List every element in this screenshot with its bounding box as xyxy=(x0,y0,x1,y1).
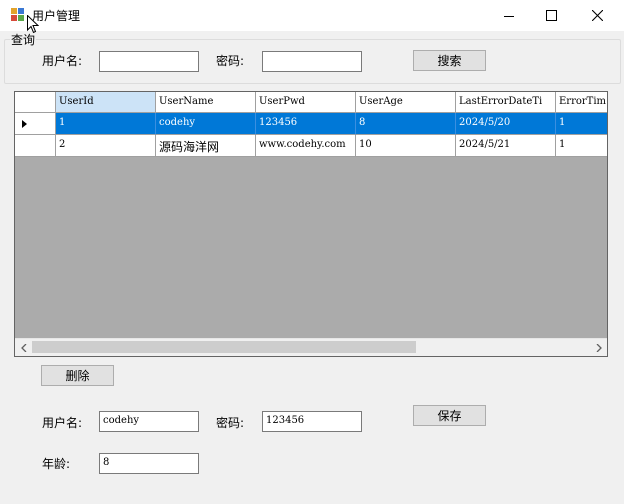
mouse-cursor-icon xyxy=(27,15,39,34)
scroll-left-icon[interactable] xyxy=(15,339,32,356)
title-bar: 用户管理 xyxy=(0,0,624,31)
minimize-icon xyxy=(504,15,514,17)
edit-password-label: 密码: xyxy=(216,416,245,430)
grid-header-row: UserId UserName UserPwd UserAge LastErrorDat… xyxy=(15,92,607,114)
grid-corner-header[interactable] xyxy=(15,92,56,113)
table-cell[interactable]: 2024/5/21 xyxy=(456,135,556,157)
table-cell[interactable]: 10 xyxy=(356,135,456,157)
current-row-arrow-icon xyxy=(22,120,27,128)
table-cell[interactable]: 8 xyxy=(356,113,456,135)
minimize-button[interactable] xyxy=(486,0,532,31)
scrollbar-thumb[interactable] xyxy=(32,341,416,353)
table-cell[interactable]: 2024/5/20 xyxy=(456,113,556,135)
search-button[interactable]: 搜索 xyxy=(413,50,486,71)
row-header[interactable] xyxy=(15,113,56,135)
query-username-label: 用户名: xyxy=(42,54,83,68)
table-cell[interactable]: 1 xyxy=(556,135,607,157)
row-header[interactable] xyxy=(15,135,56,157)
edit-username-label: 用户名: xyxy=(42,416,83,430)
maximize-button[interactable] xyxy=(528,0,574,31)
query-password-label: 密码: xyxy=(216,54,245,68)
edit-password-input[interactable]: 123456 xyxy=(262,411,362,432)
column-header-errortim[interactable]: ErrorTim xyxy=(556,92,607,113)
column-header-username[interactable]: UserName xyxy=(156,92,256,113)
close-icon xyxy=(591,10,603,21)
column-header-lasterrordateti[interactable]: LastErrorDateTi xyxy=(456,92,556,113)
column-header-userpwd[interactable]: UserPwd xyxy=(256,92,356,113)
maximize-icon xyxy=(545,10,557,21)
table-cell[interactable]: codehy xyxy=(156,113,256,135)
table-cell[interactable]: 123456 xyxy=(256,113,356,135)
query-password-input[interactable] xyxy=(262,51,362,72)
column-header-userid[interactable]: UserId xyxy=(56,92,156,113)
column-header-userage[interactable]: UserAge xyxy=(356,92,456,113)
edit-age-label: 年龄: xyxy=(42,457,71,471)
edit-age-input[interactable]: 8 xyxy=(99,453,199,474)
query-username-input[interactable] xyxy=(99,51,199,72)
scroll-right-icon[interactable] xyxy=(590,339,607,356)
window-title: 用户管理 xyxy=(32,9,81,23)
table-cell[interactable]: 1 xyxy=(556,113,607,135)
edit-username-input[interactable]: codehy xyxy=(99,411,199,432)
delete-button[interactable]: 删除 xyxy=(41,365,114,386)
app-icon xyxy=(11,8,25,21)
table-row[interactable]: 2 源码海洋网 www.codehy.com 10 2024/5/21 1 xyxy=(15,135,607,157)
close-button[interactable] xyxy=(574,0,620,31)
table-row[interactable]: 1 codehy 123456 8 2024/5/20 1 xyxy=(15,113,607,135)
table-cell[interactable]: www.codehy.com xyxy=(256,135,356,157)
table-cell[interactable]: 1 xyxy=(56,113,156,135)
user-data-grid[interactable]: UserId UserName UserPwd UserAge LastErrorDat… xyxy=(14,91,608,357)
table-cell[interactable]: 源码海洋网 xyxy=(156,135,256,157)
horizontal-scrollbar[interactable] xyxy=(15,338,607,356)
save-button[interactable]: 保存 xyxy=(413,405,486,426)
table-cell[interactable]: 2 xyxy=(56,135,156,157)
